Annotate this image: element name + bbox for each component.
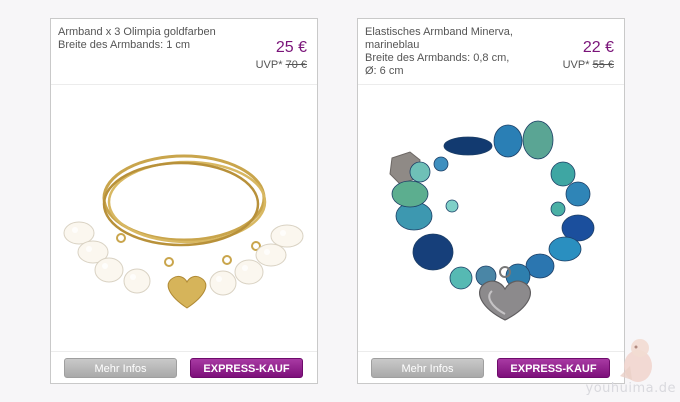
uvp-label: UVP* [562, 59, 590, 71]
product-header: Armband x 3 Olimpia goldfarben Breite de… [51, 19, 317, 85]
product-width: Breite des Armbands: 0,8 cm, [365, 52, 510, 64]
product-header: Elastisches Armband Minerva, marineblau … [358, 19, 624, 85]
product-title[interactable]: Armband x 3 Olimpia goldfarben Breite de… [58, 26, 218, 52]
product-width: Breite des Armbands: 1 cm [58, 39, 191, 51]
more-info-button[interactable]: Mehr Infos [64, 358, 177, 378]
more-info-button[interactable]: Mehr Infos [371, 358, 484, 378]
product-card-olimpia: Armband x 3 Olimpia goldfarben Breite de… [50, 18, 318, 384]
watermark-text: youhuima.de [585, 381, 676, 396]
product-card-minerva: Elastisches Armband Minerva, marineblau … [357, 18, 625, 384]
product-diameter: Ø: 6 cm [365, 65, 404, 77]
product-actions: Mehr Infos EXPRESS-KAUF [51, 351, 317, 383]
uvp-old-price: 55 € [592, 59, 614, 71]
product-image-blue-bracelet[interactable] [358, 86, 624, 352]
product-price: 22 € [582, 39, 614, 56]
product-name[interactable]: Armband x 3 Olimpia goldfarben [58, 26, 216, 38]
uvp-price: UVP* 55 € [563, 59, 614, 71]
product-name[interactable]: Elastisches Armband Minerva, marineblau [365, 26, 513, 51]
product-actions: Mehr Infos EXPRESS-KAUF [358, 351, 624, 383]
uvp-label: UVP* [255, 59, 283, 71]
uvp-old-price: 70 € [285, 59, 307, 71]
uvp-price: UVP* 70 € [256, 59, 307, 71]
express-buy-button[interactable]: EXPRESS-KAUF [497, 358, 610, 378]
product-title[interactable]: Elastisches Armband Minerva, marineblau … [365, 26, 525, 78]
express-buy-button[interactable]: EXPRESS-KAUF [190, 358, 303, 378]
product-image-gold-bracelet[interactable] [51, 86, 317, 352]
product-price: 25 € [275, 39, 307, 56]
